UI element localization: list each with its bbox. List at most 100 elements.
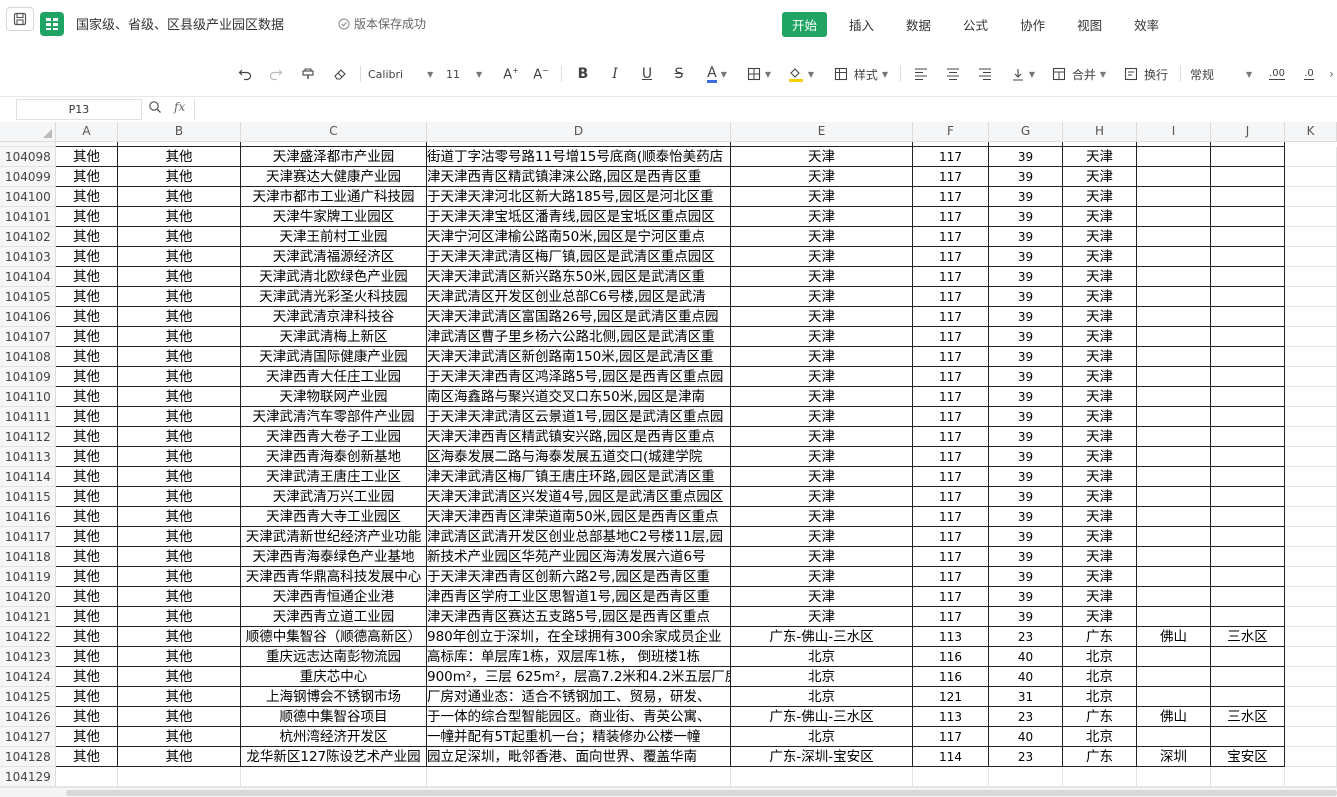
style-button[interactable]: 样式 ▼ xyxy=(830,56,892,92)
cell-f[interactable]: 121 xyxy=(913,687,989,707)
cell-d[interactable]: 园立足深圳，毗邻香港、面向世界、覆盖华南 xyxy=(427,747,731,767)
cell-e[interactable]: 天津 xyxy=(731,607,913,627)
cell-h[interactable]: 天津 xyxy=(1063,207,1137,227)
cell-j[interactable] xyxy=(1211,267,1285,287)
cell-f[interactable]: 117 xyxy=(913,427,989,447)
cell-d[interactable]: 街道丁字沽零号路11号增15号底商(顺泰怡美药店 xyxy=(427,147,731,167)
cell-c[interactable]: 天津武清光彩圣火科技园 xyxy=(241,287,427,307)
font-color-button[interactable]: A ▼ xyxy=(700,56,734,92)
align-center-button[interactable] xyxy=(942,56,964,92)
cell-d[interactable]: 于天津天津武清区云景道1号,园区是武清区重点园 xyxy=(427,407,731,427)
cell-c[interactable]: 重庆远志达南彭物流园 xyxy=(241,647,427,667)
cell-e[interactable]: 天津 xyxy=(731,527,913,547)
cell-a[interactable]: 其他 xyxy=(56,407,118,427)
row-header[interactable]: 104098 xyxy=(0,147,56,167)
cell-g[interactable]: 39 xyxy=(989,207,1063,227)
cell-a[interactable]: 其他 xyxy=(56,587,118,607)
cell-f[interactable]: 117 xyxy=(913,347,989,367)
cell-b[interactable]: 其他 xyxy=(118,687,241,707)
cell-k[interactable] xyxy=(1285,627,1337,647)
cell-f[interactable]: 117 xyxy=(913,367,989,387)
cell-b[interactable]: 其他 xyxy=(118,387,241,407)
cell-k[interactable] xyxy=(1285,307,1337,327)
cell-i[interactable] xyxy=(1137,367,1211,387)
cell-d[interactable]: 天津天津武清区兴发道4号,园区是武清区重点园区 xyxy=(427,487,731,507)
cell-g[interactable]: 40 xyxy=(989,667,1063,687)
cell-f[interactable]: 113 xyxy=(913,627,989,647)
cell-e[interactable]: 天津 xyxy=(731,547,913,567)
function-icon[interactable]: fx xyxy=(174,100,185,114)
cell-k[interactable] xyxy=(1285,167,1337,187)
cell-d[interactable]: 津武清区武清开发区创业总部基地C2号楼11层,园 xyxy=(427,527,731,547)
cell-k[interactable] xyxy=(1285,367,1337,387)
cell-j[interactable] xyxy=(1211,547,1285,567)
cell-c[interactable]: 天津武清新世纪经济产业功能 xyxy=(241,527,427,547)
cell-a[interactable]: 其他 xyxy=(56,647,118,667)
cell-d[interactable]: 新技术产业园区华苑产业园区海涛发展六道6号 xyxy=(427,547,731,567)
row-header[interactable]: 104103 xyxy=(0,247,56,267)
cell-k[interactable] xyxy=(1285,767,1337,787)
increase-decimal-button[interactable]: .0 xyxy=(1298,56,1320,92)
cell-b[interactable]: 其他 xyxy=(118,147,241,167)
cell-e[interactable]: 天津 xyxy=(731,307,913,327)
row-header[interactable]: 104117 xyxy=(0,527,56,547)
cell-i[interactable] xyxy=(1137,187,1211,207)
cell-g[interactable]: 39 xyxy=(989,227,1063,247)
cell-h[interactable]: 天津 xyxy=(1063,327,1137,347)
menu-tab-4[interactable]: 协作 xyxy=(1010,12,1055,37)
cell-e[interactable]: 天津 xyxy=(731,227,913,247)
cell-c[interactable]: 天津西青恒通企业港 xyxy=(241,587,427,607)
row-header[interactable]: 104126 xyxy=(0,707,56,727)
cell-a[interactable]: 其他 xyxy=(56,287,118,307)
cell-d[interactable]: 津天津武清区梅厂镇王唐庄环路,园区是武清区重 xyxy=(427,467,731,487)
cell-j[interactable] xyxy=(1211,647,1285,667)
cell-e[interactable]: 天津 xyxy=(731,587,913,607)
cell-j[interactable] xyxy=(1211,687,1285,707)
cell-b[interactable]: 其他 xyxy=(118,467,241,487)
cell-i[interactable] xyxy=(1137,427,1211,447)
cell-g[interactable]: 39 xyxy=(989,567,1063,587)
cell-b[interactable]: 其他 xyxy=(118,527,241,547)
column-header-d[interactable]: D xyxy=(427,122,731,142)
cell-e[interactable]: 天津 xyxy=(731,487,913,507)
cell-a[interactable]: 其他 xyxy=(56,207,118,227)
cell-j[interactable] xyxy=(1211,467,1285,487)
cell-j[interactable] xyxy=(1211,227,1285,247)
cell-e[interactable]: 天津 xyxy=(731,507,913,527)
cell-b[interactable]: 其他 xyxy=(118,447,241,467)
cell-f[interactable]: 117 xyxy=(913,247,989,267)
cell-i[interactable] xyxy=(1137,387,1211,407)
cell-c[interactable]: 龙华新区127陈设艺术产业园 xyxy=(241,747,427,767)
cell-d[interactable]: 津天津西青区赛达五支路5号,园区是西青区重点 xyxy=(427,607,731,627)
cell-a[interactable]: 其他 xyxy=(56,367,118,387)
cell-h[interactable]: 天津 xyxy=(1063,427,1137,447)
cell-f[interactable]: 117 xyxy=(913,487,989,507)
cell-f[interactable]: 117 xyxy=(913,327,989,347)
cell-i[interactable] xyxy=(1137,687,1211,707)
cell-j[interactable] xyxy=(1211,187,1285,207)
cell-h[interactable]: 天津 xyxy=(1063,507,1137,527)
cell-f[interactable]: 113 xyxy=(913,707,989,727)
cell-c[interactable]: 上海钢博会不锈钢市场 xyxy=(241,687,427,707)
cell-f[interactable]: 117 xyxy=(913,187,989,207)
cell-f[interactable]: 117 xyxy=(913,267,989,287)
cell-j[interactable] xyxy=(1211,407,1285,427)
cell-a[interactable]: 其他 xyxy=(56,527,118,547)
cell-j[interactable]: 宝安区 xyxy=(1211,747,1285,767)
cell-g[interactable]: 39 xyxy=(989,347,1063,367)
row-header[interactable]: 104121 xyxy=(0,607,56,627)
cell-d[interactable]: 于天津天津宝坻区潘青线,园区是宝坻区重点园区 xyxy=(427,207,731,227)
horizontal-scrollbar[interactable] xyxy=(0,787,1337,797)
cell-i[interactable] xyxy=(1137,227,1211,247)
cell-i[interactable] xyxy=(1137,587,1211,607)
number-format-select[interactable]: 常规 ▼ xyxy=(1190,56,1256,92)
column-header-a[interactable]: A xyxy=(56,122,118,142)
cell-g[interactable]: 39 xyxy=(989,187,1063,207)
cell-f[interactable]: 117 xyxy=(913,287,989,307)
cell-g[interactable]: 39 xyxy=(989,307,1063,327)
cell-h[interactable]: 北京 xyxy=(1063,667,1137,687)
row-header[interactable]: 104112 xyxy=(0,427,56,447)
cell-g[interactable]: 39 xyxy=(989,267,1063,287)
cell-c[interactable]: 天津物联网产业园 xyxy=(241,387,427,407)
cell-h[interactable]: 天津 xyxy=(1063,187,1137,207)
